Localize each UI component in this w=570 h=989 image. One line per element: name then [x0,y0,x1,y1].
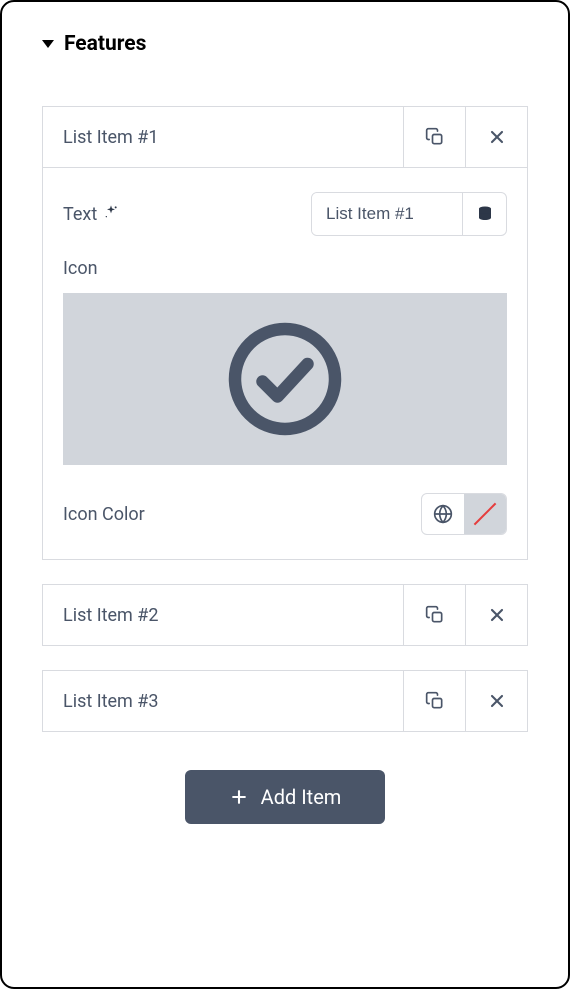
global-color-button[interactable] [422,494,464,534]
clone-icon [425,127,445,147]
list-item-label: List Item #2 [43,585,403,645]
clone-icon [425,605,445,625]
color-swatch-none[interactable] [464,494,506,534]
close-icon [487,605,507,625]
text-field-label: Text [63,204,119,225]
text-input[interactable] [312,193,462,235]
icon-field-label: Icon [63,258,507,279]
text-input-group [311,192,507,236]
clone-button[interactable] [403,671,465,731]
clone-icon [425,691,445,711]
close-icon [487,127,507,147]
icon-preview[interactable] [63,293,507,465]
section-header[interactable]: Features [42,32,528,56]
icon-color-label: Icon Color [63,504,145,525]
clone-button[interactable] [403,107,465,167]
list-item-label: List Item #1 [43,107,403,167]
add-item-button[interactable]: Add Item [185,770,385,824]
check-circle-icon [225,319,345,439]
database-icon [476,205,494,223]
dynamic-data-button[interactable] [462,193,506,235]
section-title: Features [64,32,146,56]
text-label: Text [63,204,97,225]
item-expanded-panel: Text Icon Icon Color [42,168,528,560]
clone-button[interactable] [403,585,465,645]
close-icon [487,691,507,711]
remove-button[interactable] [465,671,527,731]
globe-icon [433,504,453,524]
plus-icon [229,787,249,807]
add-item-label: Add Item [261,785,342,809]
icon-color-controls [421,493,507,535]
remove-button[interactable] [465,585,527,645]
caret-down-icon [42,40,54,48]
list-item-label: List Item #3 [43,671,403,731]
list-item-row[interactable]: List Item #3 [42,670,528,732]
text-field-row: Text [63,192,507,236]
list-item-row[interactable]: List Item #1 [42,106,528,168]
sparkle-icon [103,204,119,224]
icon-color-row: Icon Color [63,493,507,535]
remove-button[interactable] [465,107,527,167]
list-item-row[interactable]: List Item #2 [42,584,528,646]
